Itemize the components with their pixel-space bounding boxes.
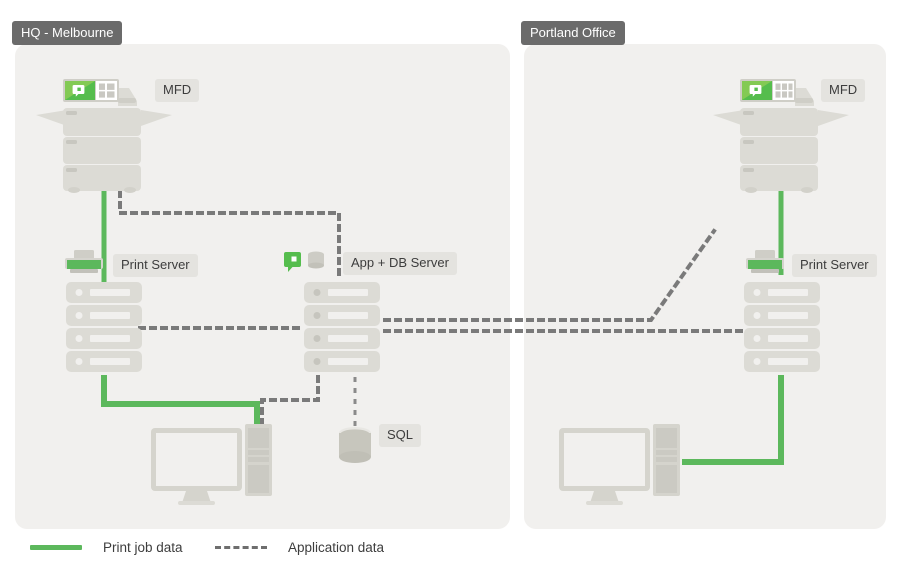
legend-swatch-dashed-line <box>215 546 267 549</box>
node-label-hq-app-db-server: App + DB Server <box>343 252 457 275</box>
legend-item-application-data: Application data <box>215 540 384 555</box>
device-hq-sql-database[interactable] <box>339 427 371 463</box>
database-icon-hq-db-server <box>308 251 324 269</box>
node-label-hq-print-server: Print Server <box>113 254 198 277</box>
network-diagram: HQ - Melbourne Portland Office MFD Print… <box>0 0 901 587</box>
site-title-hq: HQ - Melbourne <box>12 21 123 45</box>
node-label-hq-sql: SQL <box>379 424 422 447</box>
node-label-portland-print-server: Print Server <box>792 254 877 277</box>
legend-label-print-job-data: Print job data <box>103 540 183 555</box>
site-title-portland: Portland Office <box>521 21 625 45</box>
legend-label-application-data: Application data <box>288 540 385 555</box>
legend: Print job data Application data <box>0 540 901 580</box>
legend-swatch-solid-line <box>30 545 82 550</box>
node-label-hq-mfd: MFD <box>155 79 200 102</box>
node-label-portland-mfd: MFD <box>821 79 866 102</box>
legend-item-print-job-data: Print job data <box>30 540 183 555</box>
